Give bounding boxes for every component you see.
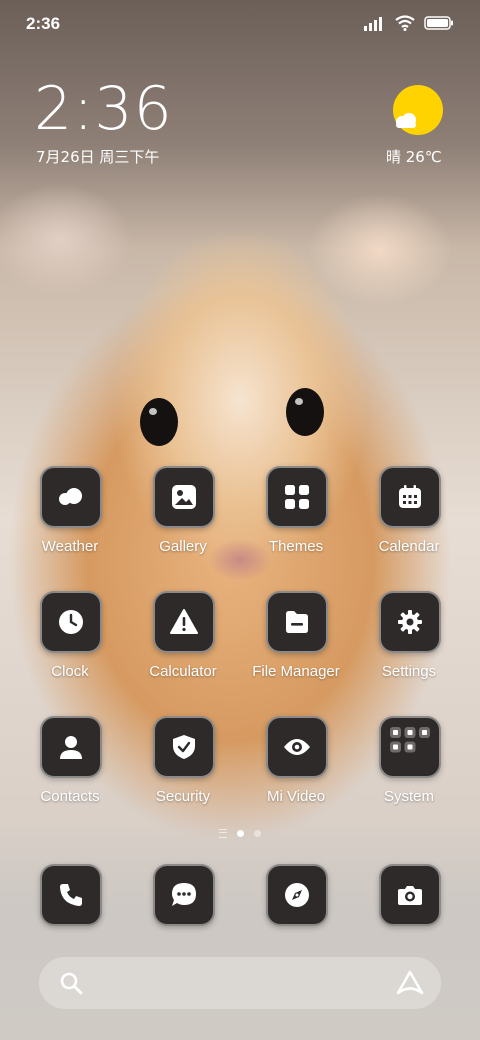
app-calculator-tile[interactable] — [153, 591, 215, 653]
assistant-icon[interactable] — [395, 969, 425, 997]
battery-icon — [424, 16, 453, 30]
app-security[interactable]: Security — [128, 716, 238, 826]
clock-icon — [59, 610, 83, 634]
app-contacts-tile[interactable] — [40, 716, 102, 778]
app-label: Contacts — [40, 788, 100, 805]
app-system-folder[interactable]: System — [354, 716, 464, 826]
app-label: Security — [155, 788, 211, 805]
page-indicator[interactable] — [0, 829, 480, 838]
home-screen: 2:36 2:36 7月26日 周三下午 晴 26℃ Weather Galle… — [0, 0, 480, 1040]
status-icons — [364, 15, 454, 31]
app-label: File Manager — [252, 663, 340, 680]
app-file-manager-tile[interactable] — [266, 591, 328, 653]
dock-camera[interactable] — [354, 864, 464, 926]
app-security-tile[interactable] — [153, 716, 215, 778]
cloud-icon — [59, 488, 82, 505]
search-bar[interactable] — [39, 957, 441, 1009]
app-mi-video-tile[interactable] — [266, 716, 328, 778]
status-bar: 2:36 — [0, 0, 480, 50]
shield-icon — [173, 735, 195, 759]
phone-icon — [60, 884, 82, 906]
gear-icon — [398, 610, 422, 634]
widget-weather-text: 晴 26℃ — [386, 148, 442, 166]
page-dot-active[interactable] — [237, 830, 244, 837]
person-icon — [60, 736, 82, 759]
dock-camera-tile[interactable] — [379, 864, 441, 926]
camera-icon — [398, 886, 422, 905]
calendar-icon — [399, 485, 421, 508]
app-calculator[interactable]: Calculator — [128, 591, 238, 701]
wifi-icon — [395, 15, 415, 31]
app-file-manager[interactable]: File Manager — [241, 591, 351, 701]
app-label: Clock — [51, 663, 89, 680]
app-label: Settings — [381, 663, 437, 680]
search-icon[interactable] — [59, 971, 83, 995]
app-label: System — [383, 788, 434, 805]
dock-browser-tile[interactable] — [266, 864, 328, 926]
app-settings-tile[interactable] — [379, 591, 441, 653]
app-label: Weather — [41, 538, 99, 555]
grid-icon — [285, 485, 309, 509]
warning-icon — [170, 609, 198, 634]
page-dot[interactable] — [254, 830, 261, 837]
app-settings[interactable]: Settings — [354, 591, 464, 701]
app-themes-tile[interactable] — [266, 466, 328, 528]
app-clock[interactable]: Clock — [15, 591, 125, 701]
app-label: Themes — [268, 538, 324, 555]
app-calendar-tile[interactable] — [379, 466, 441, 528]
dock-messages-tile[interactable] — [153, 864, 215, 926]
app-system-folder-tile[interactable] — [379, 716, 441, 778]
status-time: 2:36 — [26, 14, 61, 33]
dock-phone-tile[interactable] — [40, 864, 102, 926]
folder-icon — [286, 611, 308, 633]
widget-clock[interactable]: 2:36 — [34, 74, 173, 144]
app-clock-tile[interactable] — [40, 591, 102, 653]
compass-icon — [285, 883, 309, 907]
app-calendar[interactable]: Calendar — [354, 466, 464, 576]
wallpaper-hamster-eye-left — [140, 398, 178, 446]
app-weather-tile[interactable] — [40, 466, 102, 528]
dock-browser[interactable] — [241, 864, 351, 926]
folder-grid-icon — [390, 727, 430, 753]
app-gallery-tile[interactable] — [153, 466, 215, 528]
app-themes[interactable]: Themes — [241, 466, 351, 576]
app-label: Calculator — [149, 663, 217, 680]
app-label: Mi Video — [266, 788, 326, 805]
app-mi-video[interactable]: Mi Video — [241, 716, 351, 826]
app-weather[interactable]: Weather — [15, 466, 125, 576]
dock-messages[interactable] — [128, 864, 238, 926]
app-label: Calendar — [378, 538, 440, 555]
signal-icon — [364, 17, 382, 31]
dock-phone[interactable] — [15, 864, 125, 926]
image-icon — [172, 485, 196, 509]
eye-icon — [284, 739, 310, 755]
feed-page-indicator[interactable] — [219, 829, 227, 838]
app-label: Gallery — [159, 538, 207, 555]
chat-icon — [172, 883, 196, 906]
wallpaper-hamster-eye-right — [286, 388, 324, 436]
app-gallery[interactable]: Gallery — [128, 466, 238, 576]
sunny-cloud-icon[interactable] — [392, 84, 444, 136]
app-contacts[interactable]: Contacts — [15, 716, 125, 826]
widget-date: 7月26日 周三下午 — [36, 148, 160, 166]
